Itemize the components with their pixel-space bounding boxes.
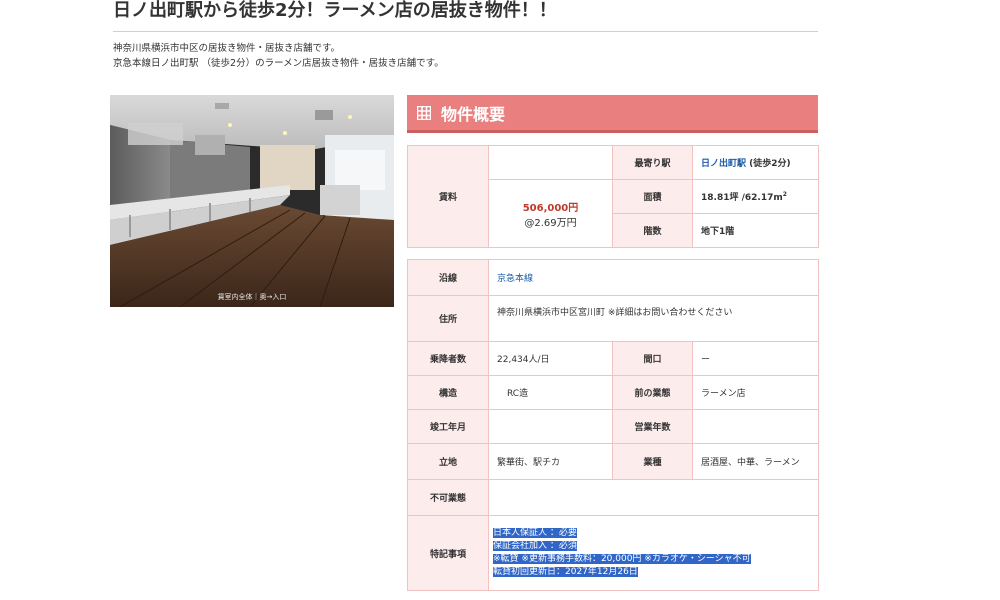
rent-value: 506,000円 (522, 202, 579, 214)
summary-heading: 物件概要 (441, 104, 506, 124)
summary-top-table: 賃料 最寄り駅 日ノ出町駅 (徒歩2分) 506,000円 @2.69万円 面積… (407, 145, 819, 248)
notes-cell[interactable]: 日本人保証人 ：必要 保証会社加入 ：必須 ※転貸 ※更新事務手数料：20,00… (488, 515, 819, 591)
passengers-value: 22,434人/日 (488, 341, 613, 376)
property-page: 日ノ出町駅から徒歩2分！ラーメン店の居抜き物件！！ 神奈川県横浜市中区の居抜き物… (0, 0, 1000, 600)
table-row: 住所 神奈川県横浜市中区宮川町 ※詳細はお問い合わせください (407, 295, 819, 342)
photo-caption: 賃室内全体｜奥→入口 (217, 293, 287, 301)
line-cell: 京急本線 (488, 259, 819, 296)
area-value: 18.81坪 /62.17m (701, 193, 783, 203)
table-row: 竣工年月 営業年数 (407, 409, 819, 444)
interior-photo-illustration (110, 95, 394, 307)
notes-line-1-text: 日本人保証人 ：必要 (493, 528, 577, 538)
notes-line-3-text: ※転貸 ※更新事務手数料：20,000円 ※カラオケ・シーシャ不可 (493, 554, 751, 564)
business-type-value: 居酒屋、中華、ラーメン (692, 443, 819, 480)
notes-line-4: 転貸初回更新日：2027年12月26日 (493, 566, 810, 579)
intro-line-1: 神奈川県横浜市中区の居抜き物件・居抜き店舗です。 (113, 43, 341, 54)
location-label: 立地 (407, 443, 489, 480)
floor-label: 階数 (612, 213, 693, 248)
prohibited-label: 不可業態 (407, 479, 489, 516)
property-summary-header: 物件概要 (407, 95, 818, 133)
station-walk: (徒歩2分) (746, 159, 791, 169)
property-photo[interactable]: 賃室内全体｜奥→入口 (110, 95, 394, 307)
rent-value-cell: 506,000円 @2.69万円 (488, 179, 613, 248)
table-row: 賃料 最寄り駅 日ノ出町駅 (徒歩2分) (407, 145, 819, 248)
completion-label: 竣工年月 (407, 409, 489, 444)
line-link[interactable]: 京急本線 (497, 274, 533, 284)
notes-line-2-text: 保証会社加入 ：必須 (493, 541, 577, 551)
prohibited-value (488, 479, 819, 516)
notes-line-3: ※転貸 ※更新事務手数料：20,000円 ※カラオケ・シーシャ不可 (493, 553, 810, 566)
notes-line-4-text: 転貸初回更新日：2027年12月26日 (493, 567, 638, 577)
notes-line-1: 日本人保証人 ：必要 (493, 527, 810, 540)
frontage-label: 間口 (612, 341, 693, 376)
previous-business-label: 前の業態 (612, 375, 693, 410)
area-cell: 18.81坪 /62.17m2 (692, 179, 819, 214)
intro-text: 神奈川県横浜市中区の居抜き物件・居抜き店舗です。 京急本線日ノ出町駅 （徒歩2分… (113, 41, 813, 71)
table-row: 不可業態 (407, 479, 819, 516)
property-details-table: 沿線 京急本線 住所 神奈川県横浜市中区宮川町 ※詳細はお問い合わせください 乗… (407, 259, 819, 591)
notes-line-2: 保証会社加入 ：必須 (493, 540, 810, 553)
table-grid-icon (417, 105, 431, 120)
intro-line-2: 京急本線日ノ出町駅 （徒歩2分）のラーメン店居抜き物件・居抜き店舗です。 (113, 58, 444, 69)
previous-business-value: ラーメン店 (692, 375, 819, 410)
rent-label: 賃料 (407, 145, 489, 248)
completion-value (488, 409, 613, 444)
table-row: 立地 繁華街、駅チカ 業種 居酒屋、中華、ラーメン (407, 443, 819, 480)
location-value: 繁華街、駅チカ (488, 443, 613, 480)
address-label: 住所 (407, 295, 489, 342)
area-label: 面積 (612, 179, 693, 214)
notes-label: 特記事項 (407, 515, 489, 591)
table-row: 乗降者数 22,434人/日 間口 ー (407, 341, 819, 376)
floor-value: 地下1階 (692, 213, 819, 248)
rent-blank-cell (488, 145, 613, 180)
table-row: 特記事項 日本人保証人 ：必要 保証会社加入 ：必須 ※転貸 ※更新事務手数料：… (407, 515, 819, 591)
business-years-value (692, 409, 819, 444)
area-sup: 2 (782, 191, 787, 198)
table-row: 構造 RC造 前の業態 ラーメン店 (407, 375, 819, 410)
station-cell: 日ノ出町駅 (徒歩2分) (692, 145, 819, 180)
line-label: 沿線 (407, 259, 489, 296)
table-row: 沿線 京急本線 (407, 259, 819, 296)
business-years-label: 営業年数 (612, 409, 693, 444)
page-title: 日ノ出町駅から徒歩2分！ラーメン店の居抜き物件！！ (113, 0, 818, 32)
passengers-label: 乗降者数 (407, 341, 489, 376)
structure-label: 構造 (407, 375, 489, 410)
station-link[interactable]: 日ノ出町駅 (701, 159, 746, 169)
business-type-label: 業種 (612, 443, 693, 480)
address-value: 神奈川県横浜市中区宮川町 ※詳細はお問い合わせください (488, 295, 819, 342)
frontage-value: ー (692, 341, 819, 376)
structure-value: RC造 (488, 375, 613, 410)
station-label: 最寄り駅 (612, 145, 693, 180)
rent-per-tsubo: @2.69万円 (524, 217, 577, 229)
